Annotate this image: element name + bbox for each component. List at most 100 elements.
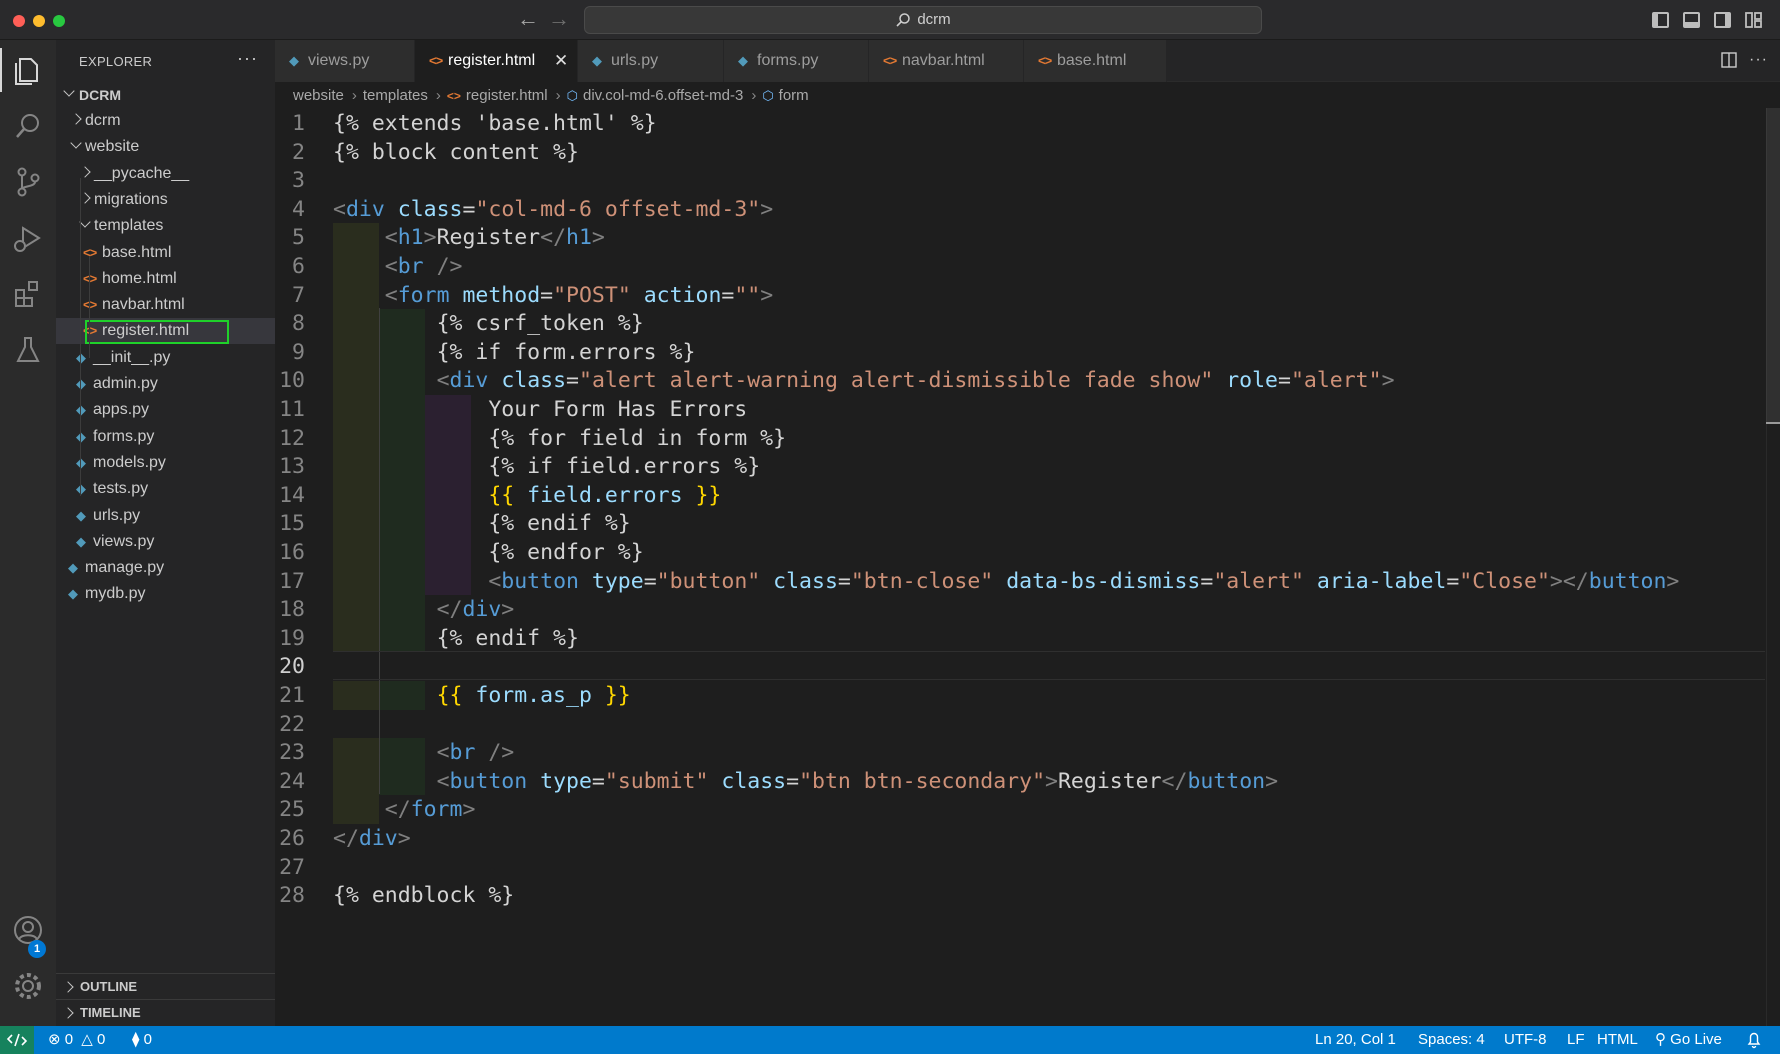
close-tab-icon[interactable]: ✕ — [554, 40, 568, 82]
code-line[interactable]: 28 {% endblock %} — [275, 880, 1780, 912]
language-mode[interactable]: HTML — [1597, 1026, 1638, 1054]
minimize-window-button[interactable] — [33, 15, 45, 27]
code-line[interactable]: 2 {% block content %} — [275, 137, 1780, 169]
tree-root-dcrm[interactable]: DCRM — [56, 82, 275, 108]
source-control-icon[interactable] — [10, 164, 46, 200]
testing-icon[interactable] — [10, 332, 46, 368]
notifications-bell-icon[interactable] — [1746, 1026, 1762, 1054]
code-line[interactable]: 13 {% if field.errors %} — [275, 451, 1780, 483]
tab-forms-py[interactable]: ◆ forms.py — [724, 40, 869, 82]
breadcrumb-item[interactable]: templates — [363, 87, 428, 104]
code-text: {{ form.as_p }} — [436, 683, 631, 708]
code-line[interactable]: 26 </div> — [275, 823, 1780, 855]
extensions-icon[interactable] — [10, 276, 46, 312]
code-line[interactable]: 23 <br /> — [275, 737, 1780, 769]
code-line[interactable]: 4 <div class="col-md-6 offset-md-3"> — [275, 194, 1780, 226]
customize-layout-icon[interactable] — [1745, 12, 1762, 28]
indentation-setting[interactable]: Spaces: 4 — [1418, 1026, 1485, 1054]
manage-gear-icon[interactable] — [10, 968, 46, 1004]
tree-item-label: home.html — [102, 269, 177, 287]
html-file-icon: <> — [1038, 53, 1052, 68]
outline-section-header[interactable]: OUTLINE — [56, 973, 275, 999]
breadcrumb-item[interactable]: website — [293, 87, 344, 104]
toggle-primary-sidebar-icon[interactable] — [1652, 12, 1669, 28]
line-number: 9 — [292, 339, 305, 365]
command-center-search[interactable]: dcrm — [584, 6, 1262, 34]
tree-item-label: models.py — [93, 453, 166, 471]
explorer-icon[interactable] — [10, 52, 46, 88]
tab-navbar-html[interactable]: <> navbar.html — [869, 40, 1024, 82]
code-line[interactable]: 12 {% for field in form %} — [275, 423, 1780, 455]
code-line[interactable]: 7 <form method="POST" action=""> — [275, 280, 1780, 312]
explorer-more-actions-button[interactable]: ··· — [237, 48, 258, 69]
code-line[interactable]: 24 <button type="submit" class="btn btn-… — [275, 766, 1780, 798]
toggle-panel-icon[interactable] — [1683, 12, 1700, 28]
tab-views-py[interactable]: ◆ views.py — [275, 40, 415, 82]
run-debug-icon[interactable] — [10, 220, 46, 256]
code-line[interactable]: 6 <br /> — [275, 251, 1780, 283]
code-line[interactable]: 25 </form> — [275, 794, 1780, 826]
tab-urls-py[interactable]: ◆ urls.py — [578, 40, 724, 82]
explorer-sidebar: EXPLORER ··· DCRM dcrm website __pycache__… — [56, 40, 275, 1026]
search-icon[interactable] — [10, 108, 46, 144]
code-editor[interactable]: 1 {% extends 'base.html' %} 2 {% block cont… — [275, 108, 1780, 1026]
code-line[interactable]: 11 Your Form Has Errors — [275, 394, 1780, 426]
code-line[interactable]: 3 — [275, 165, 1780, 197]
go-live-button[interactable]: ⚲ Go Live — [1655, 1026, 1722, 1054]
code-line[interactable]: 17 <button type="button" class="btn-clos… — [275, 566, 1780, 598]
tab-label: base.html — [1057, 52, 1127, 69]
tree-item-models-py[interactable]: ◆ models.py — [56, 450, 275, 476]
remote-indicator[interactable] — [0, 1026, 34, 1054]
tree-item-tests-py[interactable]: ◆ tests.py — [56, 476, 275, 502]
code-line[interactable]: 8 {% csrf_token %} — [275, 308, 1780, 340]
timeline-section-header[interactable]: TIMELINE — [56, 999, 275, 1025]
search-icon — [896, 13, 911, 27]
breadcrumb-item[interactable]: form — [779, 87, 809, 104]
encoding-setting[interactable]: UTF-8 — [1504, 1026, 1547, 1054]
zoom-window-button[interactable] — [53, 15, 65, 27]
code-line[interactable]: 14 {{ field.errors }} — [275, 480, 1780, 512]
code-line[interactable]: 10 <div class="alert alert-warning alert… — [275, 365, 1780, 397]
tree-item-apps-py[interactable]: ◆ apps.py — [56, 397, 275, 423]
code-line[interactable]: 16 {% endfor %} — [275, 537, 1780, 569]
tree-item-website[interactable]: website — [56, 134, 275, 160]
tab-base-html[interactable]: <> base.html — [1024, 40, 1167, 82]
eol-setting[interactable]: LF — [1567, 1026, 1585, 1054]
tree-item-migrations[interactable]: migrations — [56, 187, 275, 213]
tree-item-templates[interactable]: templates — [56, 213, 275, 239]
split-editor-icon[interactable] — [1721, 52, 1737, 68]
code-line[interactable]: 21 {{ form.as_p }} — [275, 680, 1780, 712]
code-line[interactable]: 9 {% if form.errors %} — [275, 337, 1780, 369]
code-line[interactable]: 20 — [275, 651, 1780, 683]
code-line[interactable]: 15 {% endif %} — [275, 508, 1780, 540]
more-actions-icon[interactable]: ··· — [1749, 51, 1768, 68]
tree-item-mydb-py[interactable]: ◆ mydb.py — [56, 581, 275, 607]
breadcrumb-item[interactable]: register.html — [466, 87, 548, 104]
close-window-button[interactable] — [13, 15, 25, 27]
code-line[interactable]: 19 {% endif %} — [275, 623, 1780, 655]
code-line[interactable]: 18 </div> — [275, 594, 1780, 626]
tab-label: forms.py — [757, 52, 819, 69]
tree-item-dcrm[interactable]: dcrm — [56, 108, 275, 134]
problems-indicator[interactable]: ⊗ 0 △ 0 — [48, 1026, 105, 1054]
vertical-scrollbar[interactable] — [1766, 108, 1780, 1026]
code-line[interactable]: 1 {% extends 'base.html' %} — [275, 108, 1780, 140]
ports-indicator[interactable]: ⧫ 0 — [132, 1026, 152, 1054]
code-line[interactable]: 5 <h1>Register</h1> — [275, 222, 1780, 254]
go-back-button[interactable]: ← — [517, 6, 539, 32]
scrollbar-thumb[interactable] — [1766, 108, 1780, 424]
code-line[interactable]: 22 — [275, 709, 1780, 741]
tree-item-pycache[interactable]: __pycache__ — [56, 161, 275, 187]
tree-item-urls-py[interactable]: ◆ urls.py — [56, 503, 275, 529]
tree-item-admin-py[interactable]: ◆ admin.py — [56, 371, 275, 397]
tab-register-html[interactable]: <> register.html ✕ — [415, 40, 578, 82]
tree-item-views-py[interactable]: ◆ views.py — [56, 529, 275, 555]
tree-item-manage-py[interactable]: ◆ manage.py — [56, 555, 275, 581]
tree-item-label: dcrm — [85, 112, 121, 129]
code-line[interactable]: 27 — [275, 852, 1780, 884]
cursor-position[interactable]: Ln 20, Col 1 — [1315, 1026, 1396, 1054]
toggle-secondary-sidebar-icon[interactable] — [1714, 12, 1731, 28]
breadcrumb-item[interactable]: div.col-md-6.offset-md-3 — [583, 87, 743, 104]
go-forward-button[interactable]: → — [548, 6, 570, 32]
tree-item-forms-py[interactable]: ◆ forms.py — [56, 424, 275, 450]
